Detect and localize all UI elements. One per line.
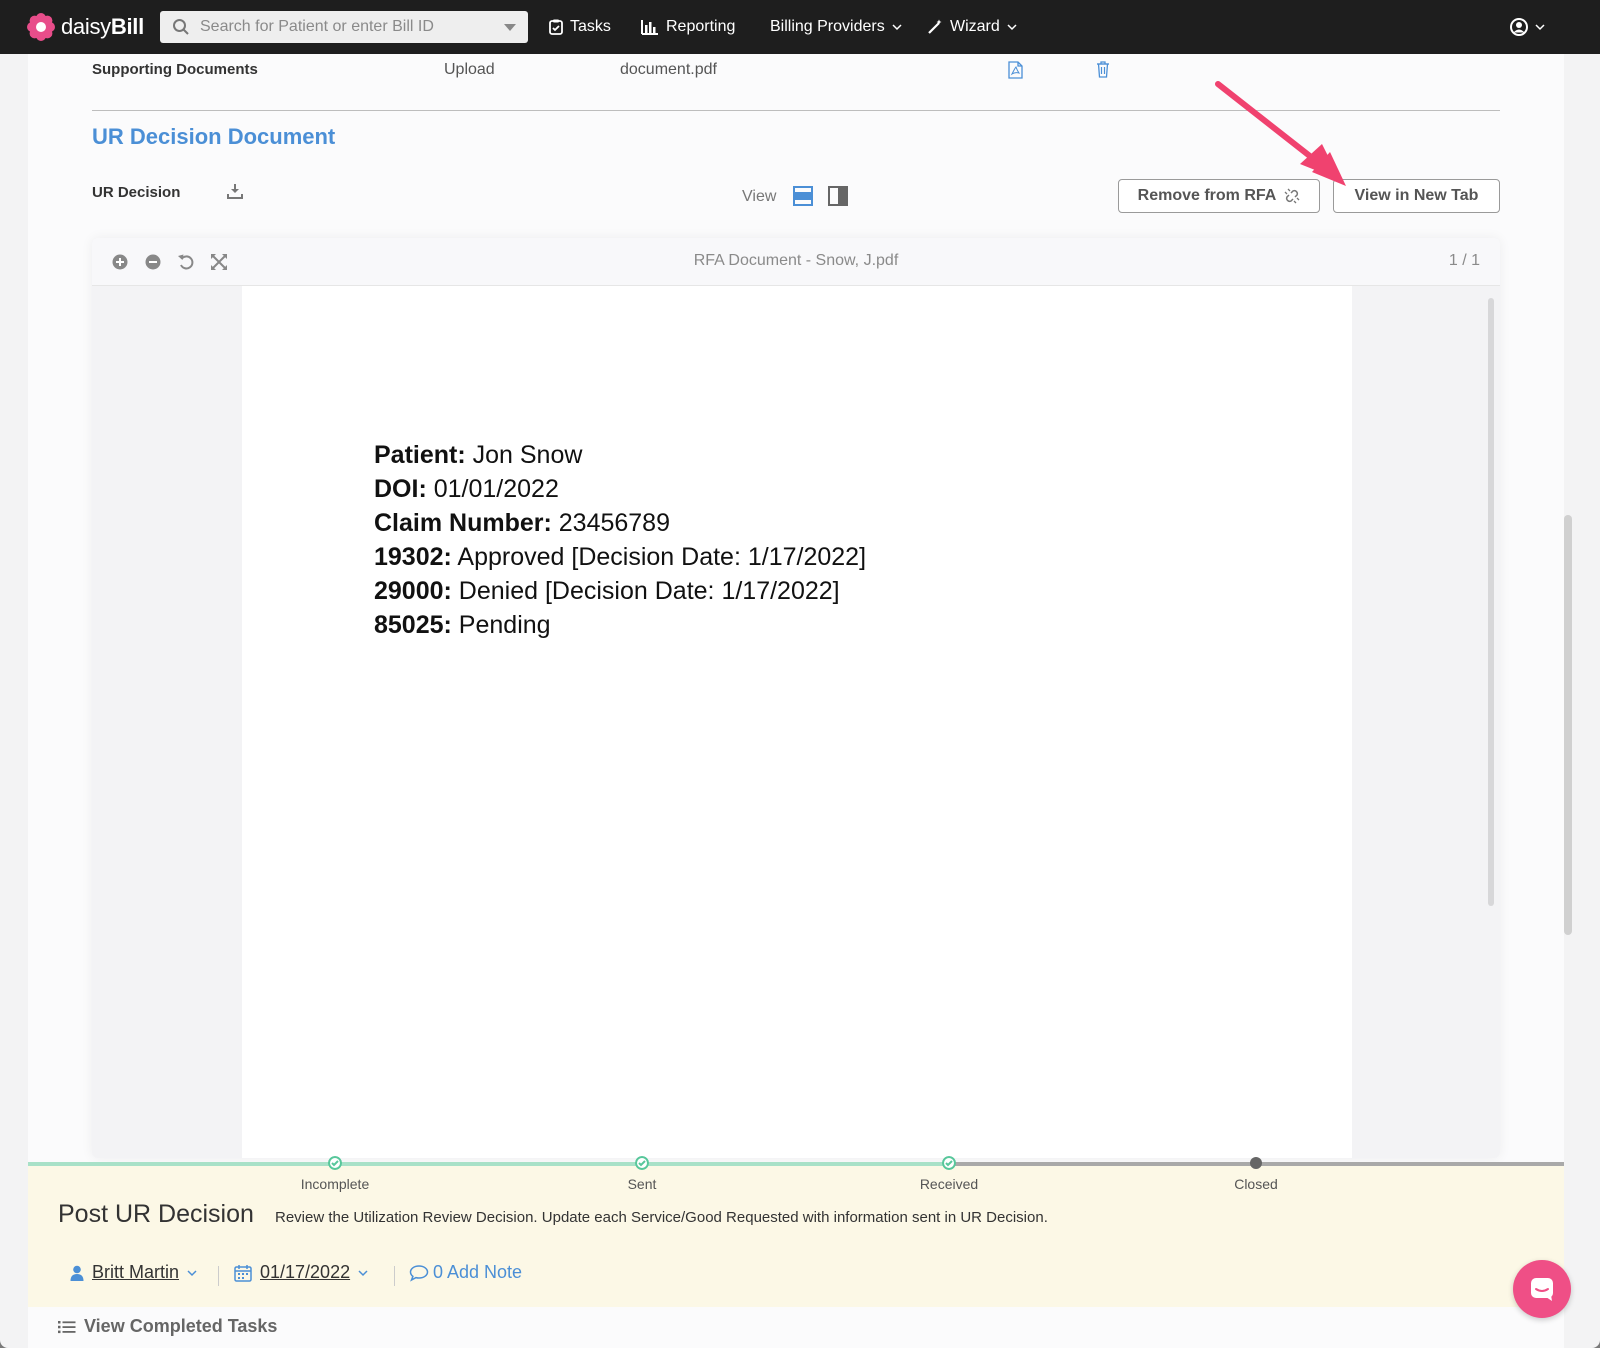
page-scrollbar[interactable]: [1564, 515, 1572, 935]
chevron-down-icon: [1535, 24, 1545, 31]
section-title: UR Decision Document: [92, 124, 336, 149]
view-stacked-icon[interactable]: [793, 186, 813, 206]
calendar-icon: [234, 1264, 252, 1282]
step-incomplete-check-icon: [328, 1156, 342, 1170]
pdf-document-title: RFA Document - Snow, J.pdf: [693, 252, 899, 269]
list-icon: [58, 1320, 76, 1333]
task-assignee[interactable]: Britt Martin: [70, 1262, 197, 1283]
meta-separator: [218, 1266, 219, 1286]
user-icon: [70, 1265, 84, 1281]
step-label-incomplete: Incomplete: [300, 1176, 370, 1192]
nav-tasks-label: Tasks: [570, 18, 611, 35]
unlink-icon: [1284, 188, 1300, 204]
clipboard-check-icon: [549, 19, 563, 35]
magic-wand-icon: [928, 19, 942, 34]
view-label: View: [742, 188, 777, 205]
pdf-page-indicator: 1 / 1: [1448, 252, 1480, 269]
nav-reporting[interactable]: Reporting: [641, 0, 735, 54]
step-label-sent: Sent: [627, 1176, 657, 1192]
step-closed-dot-icon: [1250, 1157, 1262, 1169]
top-navbar: daisyBill Tasks Reporting Billing Provid…: [0, 0, 1600, 54]
nav-wizard-label: Wizard: [950, 18, 1000, 35]
search-input[interactable]: [200, 11, 490, 43]
ur-decision-label: UR Decision: [92, 184, 181, 201]
supporting-documents-label: Supporting Documents: [92, 61, 258, 78]
user-menu[interactable]: [1510, 0, 1545, 54]
search-dropdown-caret-icon[interactable]: [504, 24, 516, 31]
chevron-down-icon: [358, 1269, 368, 1276]
step-label-closed: Closed: [1234, 1176, 1278, 1192]
section-divider: [92, 110, 1500, 111]
daisybill-logo[interactable]: daisyBill: [27, 12, 144, 42]
chevron-down-icon: [1007, 24, 1017, 31]
supporting-source: Upload: [444, 61, 495, 78]
pdf-line-claim-number: Claim Number: 23456789: [374, 509, 670, 537]
patient-search[interactable]: [160, 11, 528, 43]
task-description: Review the Utilization Review Decision. …: [275, 1209, 1048, 1226]
pdf-line-service-19302: 19302: Approved [Decision Date: 1/17/202…: [374, 543, 867, 571]
pdf-content: Patient: Jon Snow DOI: 01/01/2022 Claim …: [374, 438, 866, 642]
nav-wizard[interactable]: Wizard: [927, 0, 1017, 54]
pdf-viewer-toolbar: RFA Document - Snow, J.pdf 1 / 1: [92, 238, 1500, 286]
app-viewport: daisyBill Tasks Reporting Billing Provid…: [0, 0, 1600, 1348]
assignee-name: Britt Martin: [92, 1262, 180, 1282]
task-panel: Incomplete Sent Received Closed Post UR …: [28, 1156, 1564, 1307]
step-sent-check-icon: [635, 1156, 649, 1170]
task-title: Post UR Decision: [58, 1200, 254, 1228]
pdf-viewer: RFA Document - Snow, J.pdf 1 / 1 Patient…: [92, 238, 1500, 1158]
view-in-new-tab-button[interactable]: View in New Tab: [1333, 179, 1500, 213]
user-circle-icon: [1510, 18, 1528, 36]
task-due-date[interactable]: 01/17/2022: [234, 1262, 368, 1283]
chevron-down-icon: [892, 24, 902, 31]
nav-billing-providers[interactable]: Billing Providers: [770, 0, 902, 54]
chat-icon: [1531, 1278, 1553, 1301]
view-split-icon[interactable]: [828, 186, 848, 206]
nav-billing-providers-label: Billing Providers: [770, 18, 885, 35]
pdf-file-icon[interactable]: [1008, 61, 1023, 79]
pdf-page: Patient: Jon Snow DOI: 01/01/2022 Claim …: [242, 286, 1352, 1158]
comment-icon: [409, 1264, 429, 1282]
chat-launcher-button[interactable]: [1513, 1260, 1571, 1318]
step-label-received: Received: [919, 1176, 979, 1192]
nav-tasks[interactable]: Tasks: [549, 0, 611, 54]
meta-separator: [394, 1266, 395, 1286]
trash-icon[interactable]: [1096, 61, 1110, 78]
view-completed-tasks-link[interactable]: View Completed Tasks: [58, 1316, 277, 1337]
pdf-line-patient: Patient: Jon Snow: [374, 441, 583, 469]
step-received-check-icon: [942, 1156, 956, 1170]
pdf-scrollbar[interactable]: [1488, 298, 1494, 906]
add-note-link[interactable]: 0 Add Note: [409, 1262, 522, 1283]
view-in-new-tab-label: View in New Tab: [1354, 187, 1479, 204]
bar-chart-icon: [641, 20, 658, 35]
search-icon: [173, 19, 189, 35]
progress-complete-track: [28, 1162, 950, 1166]
remove-from-rfa-button[interactable]: Remove from RFA: [1118, 179, 1320, 213]
pdf-line-doi: DOI: 01/01/2022: [374, 475, 559, 503]
due-date-value: 01/17/2022: [260, 1262, 351, 1282]
nav-reporting-label: Reporting: [666, 18, 736, 35]
download-icon[interactable]: [227, 183, 243, 199]
pdf-line-service-85025: 85025: Pending: [374, 611, 551, 639]
logo-text: daisyBill: [61, 14, 144, 39]
supporting-filename[interactable]: document.pdf: [620, 61, 717, 79]
pdf-line-service-29000: 29000: Denied [Decision Date: 1/17/2022]: [374, 577, 840, 605]
view-completed-tasks-label: View Completed Tasks: [84, 1316, 278, 1336]
chevron-down-icon: [187, 1269, 197, 1276]
add-note-label: 0 Add Note: [433, 1262, 523, 1282]
daisy-flower-icon: [27, 13, 55, 41]
remove-from-rfa-label: Remove from RFA: [1137, 187, 1277, 204]
